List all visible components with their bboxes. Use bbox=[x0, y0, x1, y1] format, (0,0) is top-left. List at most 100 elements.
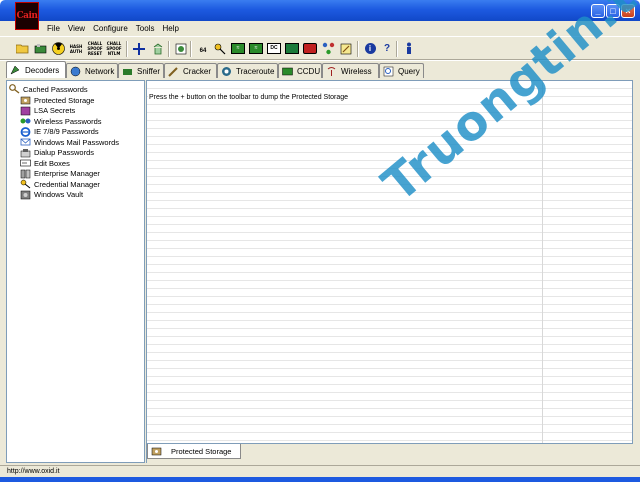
tree-item-label: Protected Storage bbox=[34, 95, 95, 105]
vnc-icon: ≈ bbox=[249, 43, 263, 54]
tree-item-dialup-passwords[interactable]: Dialup Passwords bbox=[20, 148, 94, 158]
decoder-tree: Cached Passwords Protected Storage LSA S… bbox=[6, 80, 145, 463]
chall-spoof-reset-label: CHALL SPOOF RESET bbox=[87, 41, 103, 56]
toolbar-separator bbox=[168, 41, 170, 57]
tab-cracker[interactable]: Cracker bbox=[164, 63, 217, 78]
hint-message: Press the + button on the toolbar to dum… bbox=[148, 94, 541, 104]
remove-button[interactable] bbox=[150, 41, 166, 56]
credential-manager-icon bbox=[20, 179, 31, 189]
enterprise-manager-icon bbox=[20, 169, 31, 179]
tree-item-enterprise-manager[interactable]: Enterprise Manager bbox=[20, 169, 100, 179]
start-sniffer-button[interactable] bbox=[32, 41, 48, 56]
help-icon: ? bbox=[383, 42, 391, 54]
about-button[interactable]: i bbox=[362, 41, 378, 56]
column-divider bbox=[542, 81, 543, 443]
base64-button[interactable]: 64 bbox=[195, 41, 211, 56]
tree-item-wireless-passwords[interactable]: Wireless Passwords bbox=[20, 116, 102, 126]
internet-explorer-icon bbox=[20, 126, 31, 137]
wireless-dump-button[interactable] bbox=[302, 41, 318, 56]
person-icon bbox=[407, 42, 411, 54]
menu-configure[interactable]: Configure bbox=[93, 24, 128, 33]
toolbar-separator bbox=[396, 41, 398, 57]
help-button[interactable]: ? bbox=[379, 41, 395, 56]
chall-spoof-ntlm-label: CHALL SPOOF NTLM bbox=[106, 41, 122, 56]
lsa-dump-button[interactable] bbox=[284, 41, 300, 56]
tab-wireless-label: Wireless bbox=[341, 66, 372, 76]
menu-file[interactable]: File bbox=[47, 24, 60, 33]
tree-item-protected-storage[interactable]: Protected Storage bbox=[20, 95, 94, 105]
close-button[interactable]: × bbox=[621, 4, 635, 18]
menu-tools[interactable]: Tools bbox=[136, 24, 155, 33]
client-area: Cached Passwords Protected Storage LSA S… bbox=[0, 78, 640, 465]
hash-auth-button[interactable]: HASH AUTH bbox=[67, 41, 85, 56]
status-url: http://www.oxid.it bbox=[7, 468, 60, 475]
tab-sniffer[interactable]: Sniffer bbox=[118, 63, 164, 78]
tab-traceroute[interactable]: Traceroute bbox=[217, 63, 278, 78]
wireless-passwords-icon bbox=[20, 116, 31, 126]
tree-item-lsa-secrets[interactable]: LSA Secrets bbox=[20, 106, 75, 116]
tree-item-credential-manager[interactable]: Credential Manager bbox=[20, 179, 100, 189]
vault-icon bbox=[20, 190, 31, 200]
tab-query-label: Query bbox=[398, 66, 420, 76]
toolbar-separator bbox=[190, 41, 192, 57]
tree-item-label: IE 7/8/9 Passwords bbox=[34, 127, 99, 136]
sniffer-card-icon bbox=[34, 43, 46, 53]
chall-spoof-reset-button[interactable]: CHALL SPOOF RESET bbox=[86, 41, 104, 56]
certificate-icon bbox=[175, 43, 187, 54]
network-nodes-icon bbox=[322, 42, 334, 55]
cisco-icon: ≈ bbox=[231, 43, 245, 54]
tab-network[interactable]: Network bbox=[66, 63, 118, 78]
tab-query[interactable]: Query bbox=[379, 63, 424, 78]
key-ring-icon bbox=[9, 84, 20, 94]
tree-item-ie-passwords[interactable]: IE 7/8/9 Passwords bbox=[20, 126, 99, 137]
dc-button[interactable]: DC bbox=[266, 41, 282, 56]
tree-item-label: Dialup Passwords bbox=[34, 148, 95, 157]
menu-view[interactable]: View bbox=[68, 24, 85, 33]
sniffer-icon bbox=[122, 66, 133, 77]
menu-help[interactable]: Help bbox=[162, 24, 178, 33]
tab-ccdu[interactable]: CCDU bbox=[278, 63, 322, 78]
vnc-button[interactable]: ≈ bbox=[248, 41, 264, 56]
menu-bar: File View Configure Tools Help bbox=[0, 21, 640, 36]
tree-item-windows-vault[interactable]: Windows Vault bbox=[20, 190, 83, 200]
protected-storage-icon bbox=[20, 95, 31, 105]
access-db-button[interactable] bbox=[212, 41, 228, 56]
tab-cracker-label: Cracker bbox=[183, 66, 212, 76]
mail-icon bbox=[20, 137, 31, 147]
title-bar: _ □ × bbox=[0, 0, 640, 21]
lsa-secrets-icon bbox=[20, 106, 31, 116]
certificate-button[interactable] bbox=[173, 41, 189, 56]
open-folder-button[interactable] bbox=[14, 41, 30, 56]
tree-item-label: Credential Manager bbox=[34, 179, 100, 189]
base64-label: 64 bbox=[199, 47, 207, 54]
start-apr-button[interactable] bbox=[50, 41, 66, 56]
tree-item-windows-mail-passwords[interactable]: Windows Mail Passwords bbox=[20, 137, 119, 147]
tab-sniffer-label: Sniffer bbox=[137, 66, 160, 76]
tree-item-edit-boxes[interactable]: Edit Boxes bbox=[20, 158, 70, 168]
minimize-button[interactable]: _ bbox=[591, 4, 605, 18]
chall-spoof-ntlm-button[interactable]: CHALL SPOOF NTLM bbox=[105, 41, 123, 56]
wireless-icon bbox=[326, 66, 337, 77]
cisco-hash-button[interactable]: ≈ bbox=[230, 41, 246, 56]
exit-button[interactable] bbox=[401, 41, 417, 56]
tree-item-label: LSA Secrets bbox=[34, 106, 76, 115]
tab-ccdu-label: CCDU bbox=[297, 66, 321, 76]
toolbar: HASH AUTH CHALL SPOOF RESET CHALL SPOOF … bbox=[0, 36, 640, 60]
traceroute-icon bbox=[221, 66, 232, 77]
results-list[interactable]: Press the + button on the toolbar to dum… bbox=[146, 80, 633, 444]
edit-box-icon bbox=[20, 158, 31, 168]
tab-wireless[interactable]: Wireless bbox=[322, 63, 379, 78]
network-scan-button[interactable] bbox=[320, 41, 336, 56]
recycle-icon bbox=[153, 43, 163, 54]
query-icon bbox=[383, 66, 394, 77]
tab-decoders[interactable]: Decoders bbox=[6, 61, 66, 78]
maximize-button[interactable]: □ bbox=[606, 4, 620, 18]
decoders-icon bbox=[10, 65, 21, 76]
tab-protected-storage[interactable]: Protected Storage bbox=[147, 444, 241, 459]
config-button[interactable] bbox=[338, 41, 354, 56]
radiation-icon bbox=[51, 42, 65, 55]
tree-item-label: Windows Vault bbox=[34, 190, 84, 199]
tree-root-cached-passwords[interactable]: Cached Passwords bbox=[9, 84, 88, 94]
add-button[interactable] bbox=[131, 41, 147, 56]
tree-item-label: Wireless Passwords bbox=[34, 116, 102, 126]
